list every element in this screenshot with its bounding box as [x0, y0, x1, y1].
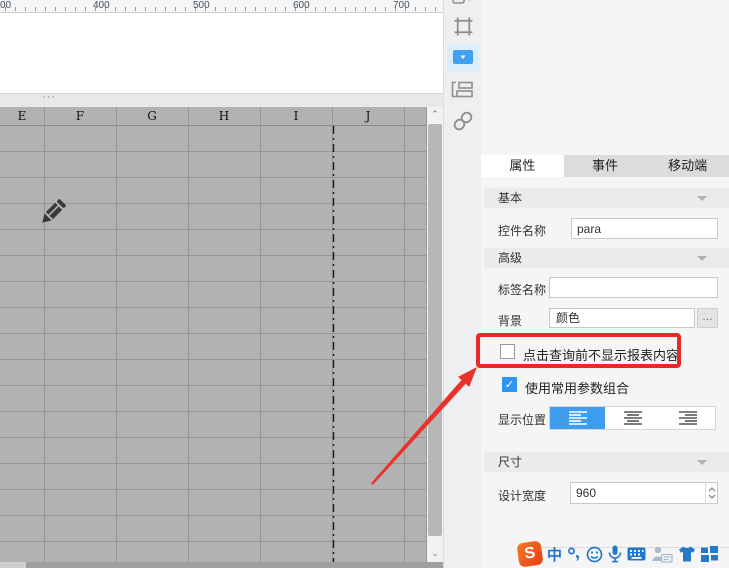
- ruler-label: 500: [193, 0, 210, 11]
- collapse-arrow-icon[interactable]: [697, 256, 707, 261]
- section-basic[interactable]: 基本: [484, 188, 729, 208]
- tab-events[interactable]: 事件: [564, 155, 647, 177]
- background-label: 背景: [498, 314, 523, 328]
- profile-card-icon[interactable]: [651, 546, 673, 563]
- spinner-down-icon[interactable]: [708, 494, 716, 499]
- ruler-ticks: [5, 7, 443, 11]
- ruler-label: 600: [293, 0, 310, 11]
- tab-mobile[interactable]: 移动端: [646, 155, 729, 177]
- tab-properties[interactable]: 属性: [481, 155, 564, 177]
- tag-name-label: 标签名称: [498, 283, 547, 297]
- display-position-segmented-control: [549, 406, 716, 430]
- link-icon[interactable]: [444, 109, 481, 133]
- frame-widget-icon[interactable]: [444, 16, 481, 37]
- report-grid[interactable]: E F G H I J: [0, 107, 427, 562]
- scroll-up-button[interactable]: ⌃: [427, 107, 443, 123]
- tab-layout-icon[interactable]: [444, 81, 481, 98]
- paper-boundary-dashline: [332, 126, 335, 562]
- horizontal-ruler: 00 400 500 600 700: [0, 0, 443, 13]
- punctuation-icon[interactable]: [567, 546, 581, 562]
- background-value: 颜色: [556, 311, 581, 325]
- design-width-input[interactable]: [570, 482, 718, 504]
- partial-top-icon[interactable]: [444, 0, 481, 6]
- sogou-ime-bar: S 中: [516, 540, 729, 568]
- section-basic-label: 基本: [498, 191, 523, 205]
- design-canvas[interactable]: [0, 13, 443, 93]
- section-advanced[interactable]: 高级: [484, 248, 729, 268]
- panel-tabbar: 属性 事件 移动端: [481, 155, 729, 177]
- background-more-button[interactable]: …: [697, 308, 718, 328]
- chinese-mode-icon[interactable]: 中: [547, 544, 562, 565]
- display-position-label: 显示位置: [498, 413, 547, 427]
- dropdown-widget-icon[interactable]: [444, 50, 481, 64]
- section-size[interactable]: 尺寸: [484, 452, 729, 472]
- pencil-cursor-icon: [42, 199, 66, 223]
- design-width-label: 设计宽度: [498, 489, 547, 503]
- ruler-label: 700: [393, 0, 410, 11]
- common-params-checkbox[interactable]: ✓: [502, 377, 517, 392]
- sogou-logo[interactable]: S: [516, 540, 544, 568]
- align-right-button[interactable]: [660, 407, 715, 429]
- collapse-arrow-icon[interactable]: [697, 460, 707, 465]
- vertical-scroll-thumb[interactable]: [428, 124, 442, 536]
- ruler-label: 00: [0, 0, 12, 11]
- horizontal-scrollbar[interactable]: [0, 562, 443, 568]
- emoji-icon[interactable]: [586, 546, 603, 563]
- spinner-up-icon[interactable]: [708, 487, 716, 492]
- widget-name-input[interactable]: [571, 218, 718, 239]
- toolbox-grid-icon[interactable]: [701, 546, 719, 562]
- app-window: 00 400 500 600 700 ··· E F G H I J ⌃ ⌄ 属…: [0, 0, 729, 568]
- section-advanced-label: 高级: [498, 251, 523, 265]
- skin-tshirt-icon[interactable]: [678, 546, 696, 562]
- ruler-label: 400: [93, 0, 110, 11]
- collapse-arrow-icon[interactable]: [697, 196, 707, 201]
- keyboard-icon[interactable]: [627, 547, 646, 561]
- widget-toolbar: [443, 0, 481, 568]
- align-left-button[interactable]: [550, 407, 605, 429]
- pane-collapse-strip[interactable]: ···: [0, 91, 443, 107]
- highlight-red-rectangle: [476, 333, 681, 368]
- section-size-label: 尺寸: [498, 455, 523, 469]
- tag-name-input[interactable]: [549, 277, 718, 298]
- design-width-spinner[interactable]: [705, 483, 717, 503]
- background-dropdown[interactable]: 颜色: [549, 308, 695, 328]
- vertical-scrollbar[interactable]: ⌃ ⌄: [427, 107, 443, 562]
- common-params-checkbox-label[interactable]: 使用常用参数组合: [525, 378, 629, 397]
- align-center-button[interactable]: [605, 407, 660, 429]
- horizontal-scroll-thumb[interactable]: [26, 562, 443, 568]
- collapse-handle-dots[interactable]: ···: [42, 91, 56, 103]
- microphone-icon[interactable]: [608, 545, 622, 563]
- scroll-down-button[interactable]: ⌄: [427, 546, 443, 562]
- widget-name-label: 控件名称: [498, 224, 547, 238]
